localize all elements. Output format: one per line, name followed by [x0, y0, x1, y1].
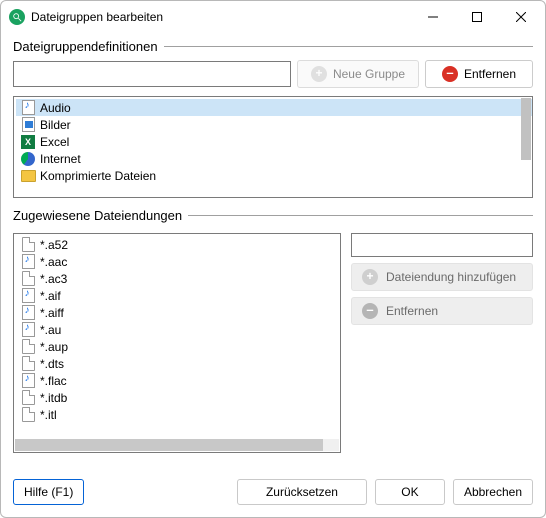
extension-label: *.dts	[40, 357, 64, 371]
extension-label: *.itl	[40, 408, 57, 422]
extension-item[interactable]: *.au	[16, 321, 340, 338]
extension-item[interactable]: *.ac3	[16, 270, 340, 287]
file-icon	[20, 238, 36, 252]
group-item[interactable]: Bilder	[16, 116, 532, 133]
music-icon	[20, 306, 36, 320]
help-button[interactable]: Hilfe (F1)	[13, 479, 84, 505]
cancel-button[interactable]: Abbrechen	[453, 479, 533, 505]
extension-list[interactable]: *.a52 *.aac *.ac3 *.aif *.aiff *.au *.aup *.dts…	[13, 233, 341, 453]
plus-icon	[311, 66, 327, 82]
button-label: Entfernen	[386, 304, 438, 318]
extension-label: *.aiff	[40, 306, 64, 320]
scrollbar[interactable]	[521, 98, 531, 196]
extension-item[interactable]: *.flac	[16, 372, 340, 389]
extension-item[interactable]: *.itl	[16, 406, 340, 423]
music-icon	[20, 323, 36, 337]
button-label: Entfernen	[464, 67, 516, 81]
music-icon	[20, 101, 36, 115]
image-icon	[20, 118, 36, 132]
app-icon	[9, 9, 25, 25]
titlebar: Dateigruppen bearbeiten	[1, 1, 545, 33]
group-item[interactable]: Excel	[16, 133, 532, 150]
minus-icon	[362, 303, 378, 319]
extension-label: *.aac	[40, 255, 67, 269]
plus-icon	[362, 269, 378, 285]
dialog-window: Dateigruppen bearbeiten Dateigruppendefi…	[0, 0, 546, 518]
group-item[interactable]: Internet	[16, 150, 532, 167]
extension-item[interactable]: *.aac	[16, 253, 340, 270]
extension-item[interactable]: *.aiff	[16, 304, 340, 321]
extension-label: *.itdb	[40, 391, 67, 405]
group-label: Excel	[40, 135, 69, 149]
section-definitions: Dateigruppendefinitionen	[13, 39, 533, 54]
extension-item[interactable]: *.dts	[16, 355, 340, 372]
file-icon	[20, 272, 36, 286]
window-title: Dateigruppen bearbeiten	[31, 10, 411, 24]
extension-label: *.aif	[40, 289, 61, 303]
ok-button[interactable]: OK	[375, 479, 445, 505]
add-extension-button[interactable]: Dateiendung hinzufügen	[351, 263, 533, 291]
group-item[interactable]: Komprimierte Dateien	[16, 167, 532, 184]
group-label: Komprimierte Dateien	[40, 169, 156, 183]
new-group-button[interactable]: Neue Gruppe	[297, 60, 419, 88]
extension-label: *.a52	[40, 238, 68, 252]
remove-extension-button[interactable]: Entfernen	[351, 297, 533, 325]
group-list[interactable]: Audio Bilder Excel Internet Komprimierte Dat…	[13, 96, 533, 198]
extension-input[interactable]	[351, 233, 533, 257]
archive-icon	[20, 169, 36, 183]
maximize-button[interactable]	[455, 3, 499, 31]
group-name-input[interactable]	[13, 61, 291, 87]
file-icon	[20, 391, 36, 405]
h-scrollbar[interactable]	[15, 439, 339, 451]
extension-label: *.flac	[40, 374, 67, 388]
group-label: Internet	[40, 152, 81, 166]
music-icon	[20, 289, 36, 303]
browser-icon	[20, 152, 36, 166]
remove-group-button[interactable]: Entfernen	[425, 60, 533, 88]
extension-item[interactable]: *.aup	[16, 338, 340, 355]
extension-item[interactable]: *.aif	[16, 287, 340, 304]
button-label: Neue Gruppe	[333, 67, 405, 81]
button-label: Dateiendung hinzufügen	[386, 270, 516, 284]
file-icon	[20, 340, 36, 354]
extension-label: *.ac3	[40, 272, 67, 286]
music-icon	[20, 374, 36, 388]
group-item[interactable]: Audio	[16, 99, 532, 116]
reset-button[interactable]: Zurücksetzen	[237, 479, 367, 505]
music-icon	[20, 255, 36, 269]
section-label: Zugewiesene Dateiendungen	[13, 208, 182, 223]
file-icon	[20, 357, 36, 371]
extension-label: *.au	[40, 323, 61, 337]
extension-item[interactable]: *.itdb	[16, 389, 340, 406]
minus-icon	[442, 66, 458, 82]
file-icon	[20, 408, 36, 422]
excel-icon	[20, 135, 36, 149]
group-label: Audio	[40, 101, 71, 115]
minimize-button[interactable]	[411, 3, 455, 31]
extension-label: *.aup	[40, 340, 68, 354]
extension-item[interactable]: *.a52	[16, 236, 340, 253]
group-label: Bilder	[40, 118, 71, 132]
section-extensions: Zugewiesene Dateiendungen	[13, 208, 533, 223]
close-button[interactable]	[499, 3, 543, 31]
section-label: Dateigruppendefinitionen	[13, 39, 158, 54]
